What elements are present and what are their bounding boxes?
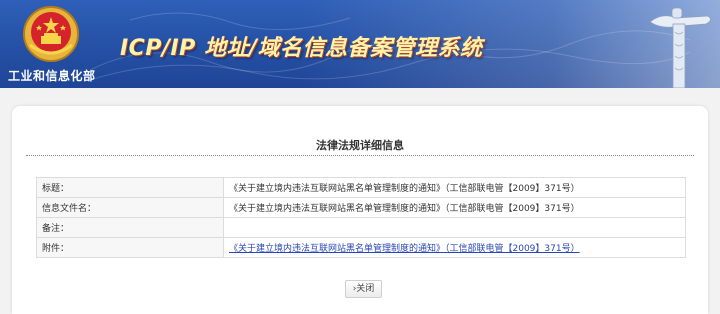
national-emblem-icon: [23, 6, 79, 62]
row-value: [223, 217, 686, 238]
attachment-cell: 《关于建立境内违法互联网站黑名单管理制度的通知》（工信部联电管【2009】371…: [223, 237, 686, 258]
row-label: 备注：: [36, 217, 224, 238]
system-title: ICP/IP 地址/域名信息备案管理系统: [120, 36, 483, 61]
table-row: 备注：: [36, 217, 686, 238]
row-label: 附件：: [36, 237, 224, 258]
detail-table: 标题： 《关于建立境内违法互联网站黑名单管理制度的通知》（工信部联电管【2009…: [36, 177, 686, 258]
detail-panel: 法律法规详细信息 标题： 《关于建立境内违法互联网站黑名单管理制度的通知》（工信…: [12, 106, 708, 314]
close-button[interactable]: ›关闭: [345, 280, 382, 298]
ministry-name: 工业和信息化部: [8, 69, 96, 83]
row-label: 信息文件名：: [36, 197, 224, 218]
title-divider: [26, 155, 694, 156]
row-label: 标题：: [36, 177, 224, 198]
table-row: 标题： 《关于建立境内违法互联网站黑名单管理制度的通知》（工信部联电管【2009…: [36, 177, 686, 198]
huabiao-column-icon: [649, 7, 711, 88]
header-banner: 工业和信息化部 ICP/IP 地址/域名信息备案管理系统: [0, 0, 720, 88]
attachment-link[interactable]: 《关于建立境内违法互联网站黑名单管理制度的通知》（工信部联电管【2009】371…: [229, 244, 580, 254]
row-value: 《关于建立境内违法互联网站黑名单管理制度的通知》（工信部联电管【2009】371…: [223, 177, 686, 198]
table-row: 附件： 《关于建立境内违法互联网站黑名单管理制度的通知》（工信部联电管【2009…: [36, 237, 686, 258]
row-value: 《关于建立境内违法互联网站黑名单管理制度的通知》（工信部联电管【2009】371…: [223, 197, 686, 218]
page-title: 法律法规详细信息: [316, 139, 404, 152]
table-row: 信息文件名： 《关于建立境内违法互联网站黑名单管理制度的通知》（工信部联电管【2…: [36, 197, 686, 218]
